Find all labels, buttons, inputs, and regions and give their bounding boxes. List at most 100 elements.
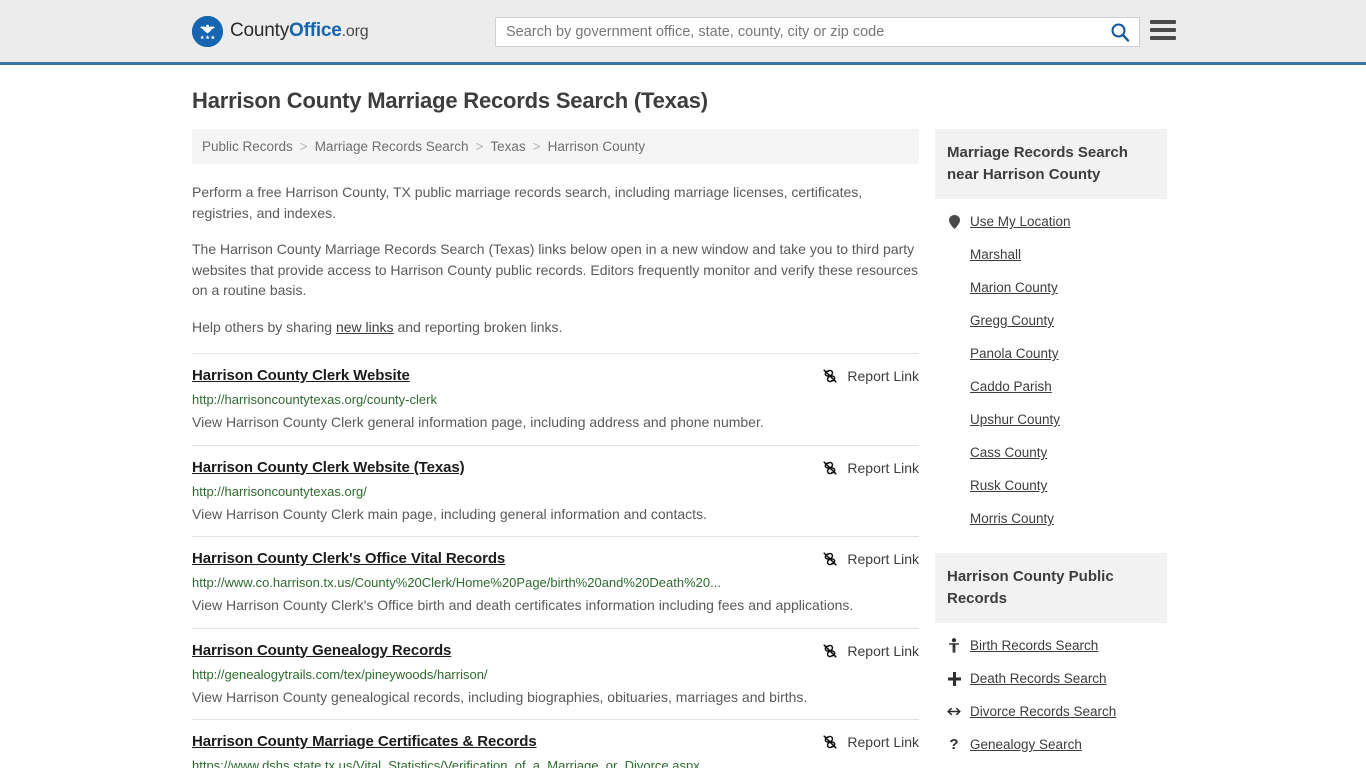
sidebar-nearby-link[interactable]: Rusk County — [970, 478, 1047, 493]
eagle-stars-badge-icon — [192, 15, 223, 47]
sidebar-nearby-link[interactable]: Morris County — [970, 511, 1054, 526]
result-description: View Harrison County Clerk main page, in… — [192, 505, 707, 522]
sidebar-public-records-list: Birth Records Search Death Records Search… — [935, 629, 1167, 761]
sidebar-nearby-item[interactable]: Rusk County — [935, 469, 1167, 502]
sidebar-nearby-item[interactable]: Gregg County — [935, 304, 1167, 337]
cross-icon-slot — [947, 671, 961, 686]
logo-text-county: County — [230, 20, 290, 41]
result-header: Harrison County Clerk's Office Vital Rec… — [192, 550, 919, 567]
report-link-label: Report Link — [847, 459, 919, 476]
sidebar-nearby-item[interactable]: Upshur County — [935, 403, 1167, 436]
sidebar-public-records-link[interactable]: Divorce Records Search — [970, 704, 1116, 719]
result-title-link[interactable]: Harrison County Genealogy Records — [192, 642, 451, 659]
report-link-button[interactable]: Report Link — [822, 551, 919, 567]
sidebar-nearby-item[interactable]: Marshall — [935, 238, 1167, 271]
result-header: Harrison County Clerk Website (Texas) Rep… — [192, 459, 919, 476]
search-input[interactable] — [496, 18, 1101, 46]
report-link-label: Report Link — [847, 368, 919, 384]
sidebar-public-records-link[interactable]: Death Records Search — [970, 671, 1107, 686]
breadcrumb-item-1[interactable]: Public Records — [202, 139, 293, 154]
result-item: Harrison County Marriage Certificates & … — [192, 719, 919, 768]
sidebar-nearby-item[interactable]: Panola County — [935, 337, 1167, 370]
sidebar-nearby-link[interactable]: Cass County — [970, 445, 1047, 460]
search-icon — [1111, 23, 1130, 42]
result-url: https://www.dshs.state.tx.us/Vital_Stati… — [192, 758, 700, 768]
question-mark-icon-slot: ? — [947, 737, 961, 752]
broken-link-icon — [823, 552, 837, 566]
sidebar-nearby-item[interactable]: Use My Location — [935, 205, 1167, 238]
result-description: View Harrison County Clerk general infor… — [192, 414, 764, 430]
sidebar-public-records-link[interactable]: Birth Records Search — [970, 638, 1098, 653]
sidebar-public-records-item[interactable]: ? Genealogy Search — [935, 728, 1167, 761]
sidebar: Marriage Records Search near Harrison Co… — [935, 129, 1167, 761]
breadcrumb-separator: > — [532, 139, 541, 154]
sidebar-nearby-item[interactable]: Marion County — [935, 271, 1167, 304]
sidebar-nearby-item[interactable]: Cass County — [935, 436, 1167, 469]
report-link-button[interactable]: Report Link — [822, 643, 919, 659]
sidebar-nearby-link[interactable]: Caddo Parish — [970, 379, 1052, 394]
sidebar-nearby-heading: Marriage Records Search near Harrison Co… — [935, 129, 1167, 199]
logo-text-tld: .org — [341, 23, 369, 40]
page-container: Harrison County Marriage Records Search … — [0, 88, 1366, 768]
sidebar-nearby-link[interactable]: Panola County — [970, 346, 1059, 361]
intro-paragraph-2: The Harrison County Marriage Records Sea… — [192, 241, 919, 298]
sidebar-nearby-link[interactable]: Gregg County — [970, 313, 1054, 328]
result-url: http://www.co.harrison.tx.us/County%20Cl… — [192, 575, 721, 590]
breadcrumb-separator: > — [475, 139, 484, 154]
sidebar-nearby-link[interactable]: Marshall — [970, 247, 1021, 262]
hamburger-bar — [1150, 36, 1176, 40]
report-link-button[interactable]: Report Link — [822, 368, 919, 384]
result-item: Harrison County Genealogy Records Report … — [192, 627, 919, 720]
sidebar-public-records-link[interactable]: Genealogy Search — [970, 737, 1082, 752]
result-description: View Harrison County genealogical record… — [192, 688, 808, 705]
new-links-link[interactable]: new links — [336, 319, 394, 335]
sidebar-nearby-link[interactable]: Upshur County — [970, 412, 1060, 427]
map-pin-icon-slot — [947, 214, 961, 229]
result-item: Harrison County Clerk Website Report Link… — [192, 353, 919, 445]
intro-text: Perform a free Harrison County, TX publi… — [192, 182, 919, 337]
result-header: Harrison County Clerk Website Report Link — [192, 367, 919, 384]
breadcrumb-separator: > — [299, 139, 308, 154]
main-column: Public Records > Marriage Records Search > T… — [192, 129, 919, 768]
double-arrow-icon — [947, 707, 961, 716]
intro-p3-after: and reporting broken links. — [393, 318, 563, 335]
page-title: Harrison County Marriage Records Search … — [192, 88, 708, 113]
hamburger-bar — [1150, 20, 1176, 24]
result-header: Harrison County Marriage Certificates & … — [192, 733, 919, 750]
logo-text-office: Office — [289, 20, 342, 41]
site-logo[interactable]: CountyOffice.org — [192, 15, 369, 47]
sidebar-public-records-item[interactable]: Divorce Records Search — [935, 695, 1167, 728]
broken-link-icon — [823, 369, 837, 383]
report-link-label: Report Link — [847, 642, 919, 659]
sidebar-public-records-item[interactable]: Birth Records Search — [935, 629, 1167, 662]
breadcrumb: Public Records > Marriage Records Search > T… — [192, 129, 919, 164]
result-title-link[interactable]: Harrison County Clerk's Office Vital Rec… — [192, 550, 505, 567]
sidebar-public-records-item[interactable]: Death Records Search — [935, 662, 1167, 695]
sidebar-nearby-link[interactable]: Use My Location — [970, 214, 1071, 229]
baby-icon-slot — [947, 638, 961, 653]
result-item: Harrison County Clerk Website (Texas) Rep… — [192, 444, 919, 537]
search-button[interactable] — [1101, 18, 1139, 46]
sidebar-nearby-item[interactable]: Morris County — [935, 502, 1167, 535]
hamburger-menu-icon[interactable] — [1150, 20, 1176, 40]
result-item: Harrison County Clerk's Office Vital Rec… — [192, 536, 919, 628]
breadcrumb-item-3[interactable]: Texas — [490, 139, 525, 154]
sidebar-nearby-item[interactable]: Caddo Parish — [935, 370, 1167, 403]
result-title-link[interactable]: Harrison County Clerk Website — [192, 367, 410, 384]
broken-link-icon — [823, 735, 837, 749]
breadcrumb-item-2[interactable]: Marriage Records Search — [315, 139, 469, 154]
content-layout: Public Records > Marriage Records Search > T… — [192, 129, 1174, 768]
report-link-label: Report Link — [847, 551, 919, 567]
breadcrumb-item-4[interactable]: Harrison County — [548, 139, 646, 154]
result-title-link[interactable]: Harrison County Clerk Website (Texas) — [192, 459, 465, 476]
double-arrow-icon-slot — [947, 706, 961, 717]
report-link-button[interactable]: Report Link — [822, 734, 919, 750]
intro-p3-before: Help others by sharing — [192, 318, 336, 335]
map-pin-icon — [948, 214, 960, 229]
sidebar-nearby-link[interactable]: Marion County — [970, 280, 1058, 295]
intro-paragraph-3: Help others by sharing new links and rep… — [192, 317, 919, 338]
hamburger-bar — [1150, 28, 1176, 32]
result-title-link[interactable]: Harrison County Marriage Certificates & … — [192, 733, 537, 750]
report-link-button[interactable]: Report Link — [822, 460, 919, 476]
